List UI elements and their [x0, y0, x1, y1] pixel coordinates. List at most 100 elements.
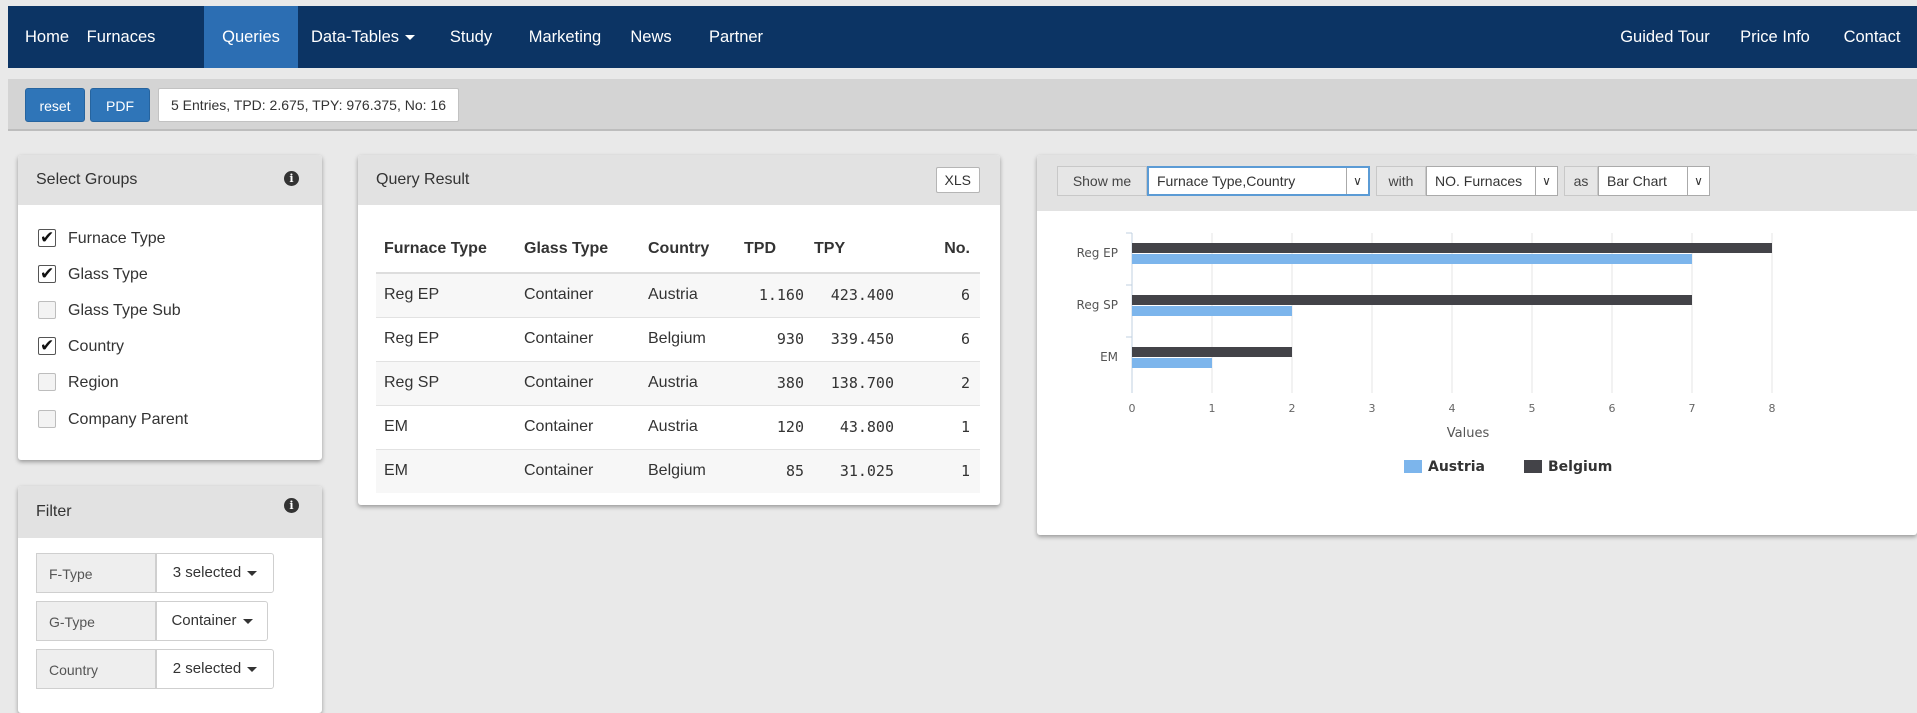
pdf-button[interactable]: PDF	[90, 88, 150, 122]
table-cell: 2	[904, 360, 980, 405]
with-select[interactable]: NO. Furnaces ∨	[1426, 166, 1558, 196]
xls-export-button[interactable]: XLS	[935, 167, 980, 193]
as-select[interactable]: Bar Chart ∨	[1598, 166, 1710, 196]
table-row: Reg EP Container Belgium 930 339.450 6	[376, 316, 980, 361]
group-option-label: Glass Type	[68, 266, 148, 283]
legend-item: Austria	[1428, 459, 1485, 475]
column-header[interactable]: Furnace Type	[376, 225, 524, 274]
caret-down-icon	[247, 666, 258, 672]
table-cell: 423.400	[814, 272, 904, 317]
bar-chart: 0 1 2 3 4 5 6 7 8 Values Reg EP Reg SP EM Austria Belg…	[1077, 232, 1776, 475]
x-tick-label: 1	[1209, 402, 1216, 415]
chevron-down-icon: ∨	[1687, 167, 1709, 195]
bar-austria-em	[1132, 358, 1212, 368]
nav-partner[interactable]: Partner	[700, 6, 772, 68]
nav-guided-tour[interactable]: Guided Tour	[1614, 6, 1716, 68]
x-axis-title: Values	[1447, 426, 1490, 441]
select-groups-title: Select Groups	[18, 155, 322, 205]
bar-austria-reg-sp	[1132, 306, 1292, 316]
legend-item: Belgium	[1548, 459, 1612, 475]
group-option-label: Furnace Type	[68, 230, 166, 247]
checkbox[interactable]	[38, 301, 56, 319]
bar-belgium-em	[1132, 347, 1292, 357]
nav-furnaces[interactable]: Furnaces	[80, 6, 162, 68]
bar-belgium-reg-sp	[1132, 295, 1692, 305]
x-tick-label: 7	[1689, 402, 1696, 415]
x-tick-label: 8	[1769, 402, 1776, 415]
g-type-dropdown[interactable]: Container	[156, 601, 268, 641]
table-cell: 1	[904, 448, 980, 493]
nav-marketing[interactable]: Marketing	[520, 6, 610, 68]
nav-home[interactable]: Home	[16, 6, 78, 68]
table-cell: Austria	[648, 360, 744, 405]
chevron-down-icon: ∨	[1346, 168, 1368, 194]
as-value: Bar Chart	[1607, 173, 1667, 189]
x-tick-label: 0	[1129, 402, 1136, 415]
chart-controls: Show me Furnace Type,Country ∨ with NO. …	[1037, 155, 1917, 211]
category-label: Reg SP	[1077, 298, 1118, 312]
show-me-value: Furnace Type,Country	[1157, 173, 1296, 189]
nav-study[interactable]: Study	[440, 6, 502, 68]
checkbox[interactable]	[38, 335, 56, 357]
filter-f-type: F-Type 3 selected	[36, 553, 276, 593]
info-icon[interactable]: i	[284, 498, 299, 513]
g-type-value: Container	[171, 612, 237, 629]
table-cell: 120	[744, 404, 814, 449]
table-row: EM Container Belgium 85 31.025 1	[376, 448, 980, 493]
column-header[interactable]: Country	[648, 225, 744, 274]
nav-data-tables[interactable]: Data-Tables	[308, 6, 418, 68]
with-value: NO. Furnaces	[1435, 173, 1523, 189]
column-header[interactable]: TPD	[744, 225, 814, 274]
group-option-label: Region	[68, 374, 119, 391]
x-tick-label: 2	[1289, 402, 1296, 415]
x-tick-label: 4	[1449, 402, 1456, 415]
nav-price-info[interactable]: Price Info	[1732, 6, 1818, 68]
filter-panel: Filter i F-Type 3 selected G-Type Contai…	[18, 486, 322, 713]
group-option-label: Country	[68, 338, 125, 355]
filter-label: G-Type	[36, 601, 156, 641]
checkbox[interactable]	[38, 373, 56, 391]
country-value: 2 selected	[172, 660, 242, 677]
table-cell: Austria	[648, 272, 744, 317]
column-header[interactable]: TPY	[814, 225, 904, 274]
nav-news[interactable]: News	[620, 6, 682, 68]
query-result-panel: Query Result XLS Furnace Type Glass Type…	[358, 155, 1000, 505]
table-cell: 6	[904, 272, 980, 317]
filter-country: Country 2 selected	[36, 649, 276, 689]
column-header[interactable]: Glass Type	[524, 225, 648, 274]
country-dropdown[interactable]: 2 selected	[156, 649, 274, 689]
table-cell: 138.700	[814, 360, 904, 405]
table-cell: Container	[524, 404, 648, 449]
table-cell: Reg EP	[376, 272, 524, 317]
bar-austria-reg-ep	[1132, 254, 1692, 264]
filter-g-type: G-Type Container	[36, 601, 276, 641]
checkbox[interactable]	[38, 263, 56, 285]
legend-swatch	[1524, 460, 1542, 473]
nav-contact[interactable]: Contact	[1836, 6, 1908, 68]
f-type-dropdown[interactable]: 3 selected	[156, 553, 274, 593]
table-cell: Reg SP	[376, 360, 524, 405]
table-header-row: Furnace Type Glass Type Country TPD TPY …	[376, 225, 980, 274]
bar-belgium-reg-ep	[1132, 243, 1772, 253]
column-header[interactable]: No.	[904, 225, 980, 274]
chevron-down-icon: ∨	[1535, 167, 1557, 195]
reset-button[interactable]: reset	[25, 88, 85, 122]
nav-queries[interactable]: Queries	[204, 6, 298, 68]
table-cell: Container	[524, 316, 648, 361]
info-icon[interactable]: i	[284, 171, 299, 186]
with-label: with	[1376, 166, 1426, 196]
filter-label: Country	[36, 649, 156, 689]
table-cell: Belgium	[648, 316, 744, 361]
toolbar: reset PDF 5 Entries, TPD: 2.675, TPY: 97…	[8, 79, 1917, 131]
table-row: EM Container Austria 120 43.800 1	[376, 404, 980, 449]
query-result-table: Furnace Type Glass Type Country TPD TPY …	[376, 225, 980, 493]
table-cell: Container	[524, 360, 648, 405]
table-cell: 6	[904, 316, 980, 361]
table-cell: 43.800	[814, 404, 904, 449]
table-cell: 930	[744, 316, 814, 361]
show-me-select[interactable]: Furnace Type,Country ∨	[1147, 166, 1370, 196]
group-option-label: Glass Type Sub	[68, 302, 181, 319]
checkbox[interactable]	[38, 227, 56, 249]
x-tick-label: 3	[1369, 402, 1376, 415]
checkbox[interactable]	[38, 410, 56, 428]
